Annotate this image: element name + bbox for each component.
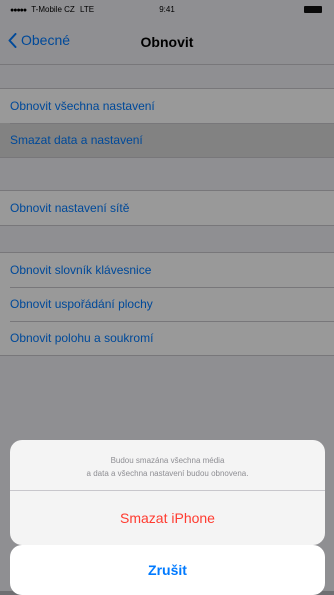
action-sheet: Budou smazána všechna média a data a vše… (10, 440, 325, 545)
action-sheet-message-line1: Budou smazána všechna média (110, 456, 225, 465)
cancel-button[interactable]: Zrušit (10, 545, 325, 595)
action-sheet-message: Budou smazána všechna média a data a vše… (10, 440, 325, 490)
cancel-sheet: Zrušit (10, 545, 325, 595)
erase-iphone-button[interactable]: Smazat iPhone (10, 491, 325, 545)
action-sheet-message-line2: a data a všechna nastavení budou obnoven… (86, 469, 249, 478)
